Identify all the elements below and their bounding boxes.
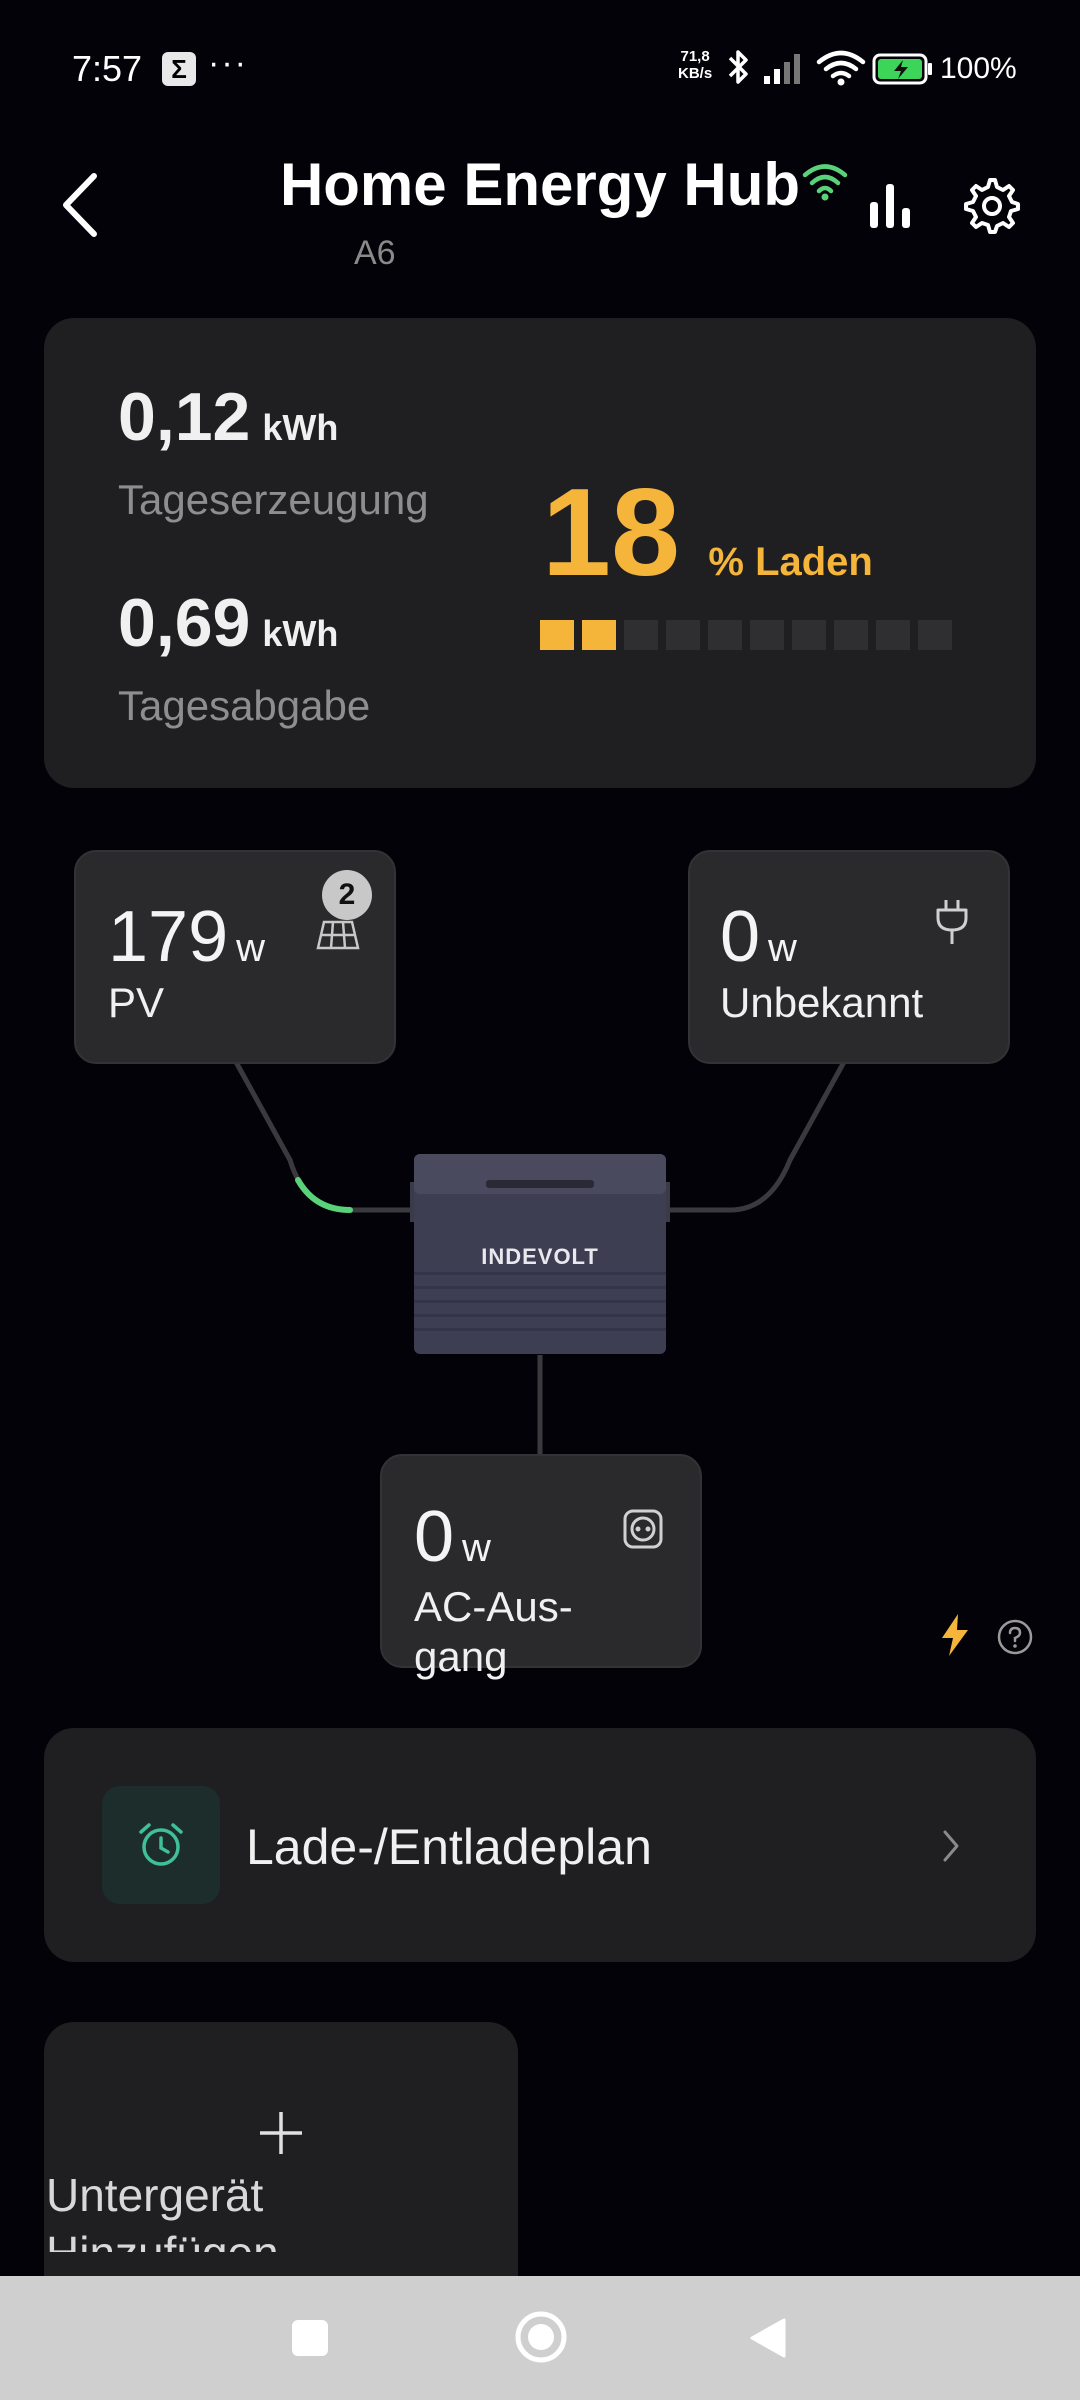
- generation-label: Tageserzeugung: [118, 476, 429, 523]
- plan-icon-box: [102, 1786, 220, 1904]
- wifi-icon: [816, 50, 866, 86]
- statistics-button[interactable]: [866, 180, 918, 230]
- back-nav-button[interactable]: [746, 2316, 788, 2360]
- page-title: Home Energy Hub: [0, 150, 1080, 219]
- settings-gear-button[interactable]: [964, 178, 1020, 234]
- soc-segment: [582, 620, 616, 650]
- ac-output-node[interactable]: 0w AC-Aus-gang: [380, 1454, 702, 1680]
- soc-segment: [666, 620, 700, 650]
- output-value: 0,69: [118, 585, 251, 661]
- charge-plan-label: Lade-/Entladeplan: [246, 1819, 652, 1875]
- soc-segment: [624, 620, 658, 650]
- battery-percent: 100%: [940, 52, 1017, 85]
- ac-reading: 0w: [414, 1496, 491, 1578]
- pv-value: 179: [108, 897, 229, 977]
- output-row: 0,69 kWh: [118, 584, 338, 662]
- system-navigation-bar: [0, 2276, 1080, 2400]
- network-speed-value: 71,8: [680, 48, 710, 65]
- pv-count-badge: 2: [322, 870, 372, 920]
- battery-charging-icon: [872, 53, 932, 85]
- state-of-charge: 18 % Laden: [542, 462, 873, 604]
- help-icon[interactable]: [996, 1618, 1034, 1656]
- pv-unit: w: [236, 926, 266, 970]
- ac-label: AC-Aus-gang: [414, 1583, 573, 1680]
- ac-unit: w: [462, 1526, 491, 1570]
- pv-label: PV: [108, 979, 165, 1026]
- grid-reading: 0w: [720, 896, 797, 978]
- home-button[interactable]: [514, 2310, 568, 2364]
- bluetooth-icon: [728, 50, 748, 84]
- solar-panel-icon: [316, 920, 360, 950]
- soc-segment: [876, 620, 910, 650]
- generation-value: 0,12: [118, 379, 251, 455]
- indevolt-device[interactable]: INDEVOLT: [410, 1152, 670, 1358]
- output-label: Tagesabgabe: [118, 682, 371, 729]
- network-speed-unit: KB/s: [678, 65, 713, 82]
- socket-icon: [623, 1509, 663, 1549]
- soc-segment: [708, 620, 742, 650]
- more-notifications-icon: ···: [208, 44, 248, 82]
- device-brand: INDEVOLT: [481, 1244, 599, 1269]
- chevron-right-icon: [943, 1830, 959, 1862]
- generation-unit: kWh: [262, 407, 339, 448]
- plug-icon: [936, 900, 968, 944]
- soc-value: 18: [542, 464, 680, 602]
- grid-value: 0: [720, 897, 761, 977]
- add-subdevice-label-clip: Untergerät Hinzufügen: [44, 2150, 518, 2252]
- generation-row: 0,12 kWh: [118, 378, 338, 456]
- notification-sigma-icon: Σ: [162, 52, 196, 86]
- soc-segment: [834, 620, 868, 650]
- page-title-text: Home Energy Hub: [279, 151, 801, 218]
- pv-node[interactable]: 179 w PV 2: [74, 850, 396, 1064]
- grid-node[interactable]: 0w Unbekannt: [688, 850, 1010, 1064]
- grid-unit: w: [768, 926, 797, 970]
- ac-value: 0: [414, 1497, 455, 1577]
- device-serial: A6: [354, 234, 396, 272]
- lightning-icon[interactable]: [938, 1612, 972, 1658]
- soc-segment: [750, 620, 784, 650]
- pv-reading: 179 w: [108, 896, 265, 978]
- soc-segment: [918, 620, 952, 650]
- soc-segment: [540, 620, 574, 650]
- recents-button[interactable]: [292, 2320, 328, 2356]
- output-unit: kWh: [262, 613, 339, 654]
- alarm-clock-icon: [139, 1823, 183, 1866]
- add-subdevice-label: Untergerät Hinzufügen: [46, 2169, 279, 2252]
- soc-label: % Laden: [708, 540, 873, 584]
- wifi-connected-icon: [802, 164, 848, 201]
- grid-label: Unbekannt: [720, 979, 924, 1026]
- network-speed: 71,8 KB/s: [678, 48, 712, 82]
- signal-icon: [764, 54, 800, 84]
- soc-segment: [792, 620, 826, 650]
- status-time: 7:57: [72, 48, 143, 89]
